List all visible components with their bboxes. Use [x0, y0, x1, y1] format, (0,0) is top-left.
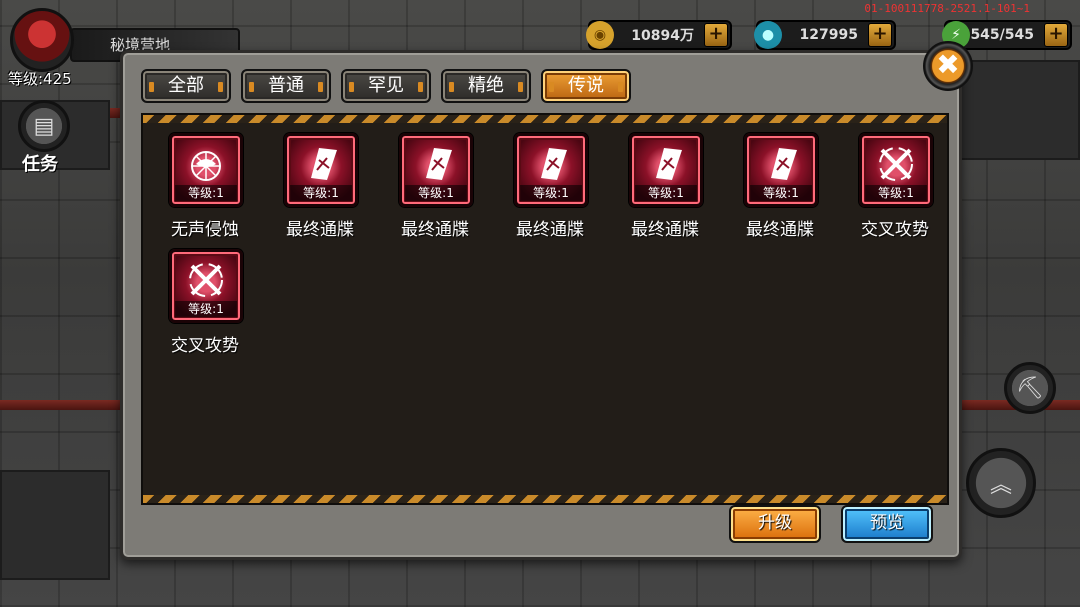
gem-resource: ● 127995 +: [754, 20, 896, 50]
card-name: 交叉攻势: [861, 220, 929, 240]
skill-card[interactable]: 等级:1 最终通牒: [615, 133, 715, 243]
card-name: 无声侵蚀: [171, 220, 239, 240]
add-gold-button[interactable]: +: [704, 23, 728, 47]
card-level: 等级:1: [405, 185, 467, 201]
card-level: 等级:1: [175, 301, 237, 317]
upgrade-button[interactable]: 升级: [729, 505, 821, 543]
scroll-icon: ▤: [33, 113, 55, 139]
skill-card[interactable]: 等级:1 无声侵蚀: [155, 133, 255, 243]
skill-card[interactable]: 等级:1 交叉攻势: [155, 249, 255, 359]
card-name: 最终通牒: [286, 220, 354, 240]
gold-coin-icon: ◉: [586, 21, 614, 49]
tab-rare[interactable]: 罕见: [341, 69, 431, 103]
skill-card[interactable]: 等级:1 最终通牒: [730, 133, 830, 243]
ultimatum-card-icon: 等级:1: [629, 133, 703, 207]
tab-legendary[interactable]: 传说: [541, 69, 631, 103]
card-level: 等级:1: [290, 185, 352, 201]
skill-card[interactable]: 等级:1 最终通牒: [500, 133, 600, 243]
card-name: 最终通牒: [516, 220, 584, 240]
ultimatum-card-icon: 等级:1: [744, 133, 818, 207]
gem-amount: 127995: [799, 27, 858, 43]
card-level: 等级:1: [750, 185, 812, 201]
skill-card-panel: 全部 普通 罕见 精绝 传说 ✖ 等级:1 无声侵蚀 等级:1 最终通牒 等级:…: [120, 41, 973, 560]
crossed-blades-icon: 等级:1: [859, 133, 933, 207]
card-level: 等级:1: [865, 185, 927, 201]
card-list-area: 等级:1 无声侵蚀 等级:1 最终通牒 等级:1 最终通牒 等级:1 最终通牒 …: [141, 113, 949, 505]
crossed-blades-icon: 等级:1: [169, 249, 243, 323]
add-stamina-button[interactable]: +: [1044, 23, 1068, 47]
card-name: 最终通牒: [631, 220, 699, 240]
skill-card[interactable]: 等级:1 最终通牒: [385, 133, 485, 243]
tab-epic[interactable]: 精绝: [441, 69, 531, 103]
ultimatum-card-icon: 等级:1: [284, 133, 358, 207]
quest-label: 任务: [22, 154, 58, 175]
skill-card[interactable]: 等级:1 最终通牒: [270, 133, 370, 243]
player-level: 等级:425: [8, 70, 72, 88]
hazard-stripe: [143, 495, 947, 503]
rank-up-button[interactable]: ︽: [966, 448, 1036, 518]
ultimatum-card-icon: 等级:1: [399, 133, 473, 207]
card-level: 等级:1: [520, 185, 582, 201]
card-name: 交叉攻势: [171, 336, 239, 356]
close-icon: ✖: [936, 48, 960, 81]
close-button[interactable]: ✖: [923, 41, 973, 91]
tab-all[interactable]: 全部: [141, 69, 231, 103]
gold-resource: ◉ 10894万 +: [586, 20, 732, 50]
player-avatar[interactable]: [10, 8, 74, 72]
card-level: 等级:1: [175, 185, 237, 201]
gold-amount: 10894万: [631, 28, 694, 44]
stamina-amount: 545/545: [970, 27, 1034, 43]
build-id-text: 01-100111778-2521.1-101~1: [864, 2, 1030, 15]
build-menu-button[interactable]: ⛏: [1004, 362, 1056, 414]
trowel-icon: ⛏: [1016, 375, 1044, 401]
chevron-up-icon: ︽: [989, 473, 1012, 498]
web-bat-icon: 等级:1: [169, 133, 243, 207]
card-name: 最终通牒: [746, 220, 814, 240]
tab-common[interactable]: 普通: [241, 69, 331, 103]
ultimatum-card-icon: 等级:1: [514, 133, 588, 207]
rarity-tabs: 全部 普通 罕见 精绝 传说: [141, 69, 631, 103]
gem-icon: ●: [754, 21, 782, 49]
preview-button[interactable]: 预览: [841, 505, 933, 543]
background-building: [960, 60, 1080, 160]
skill-card[interactable]: 等级:1 交叉攻势: [845, 133, 945, 243]
background-building: [0, 470, 110, 580]
add-gem-button[interactable]: +: [868, 23, 892, 47]
hazard-stripe: [143, 115, 947, 123]
quest-button[interactable]: ▤: [18, 100, 70, 152]
card-level: 等级:1: [635, 185, 697, 201]
card-name: 最终通牒: [401, 220, 469, 240]
